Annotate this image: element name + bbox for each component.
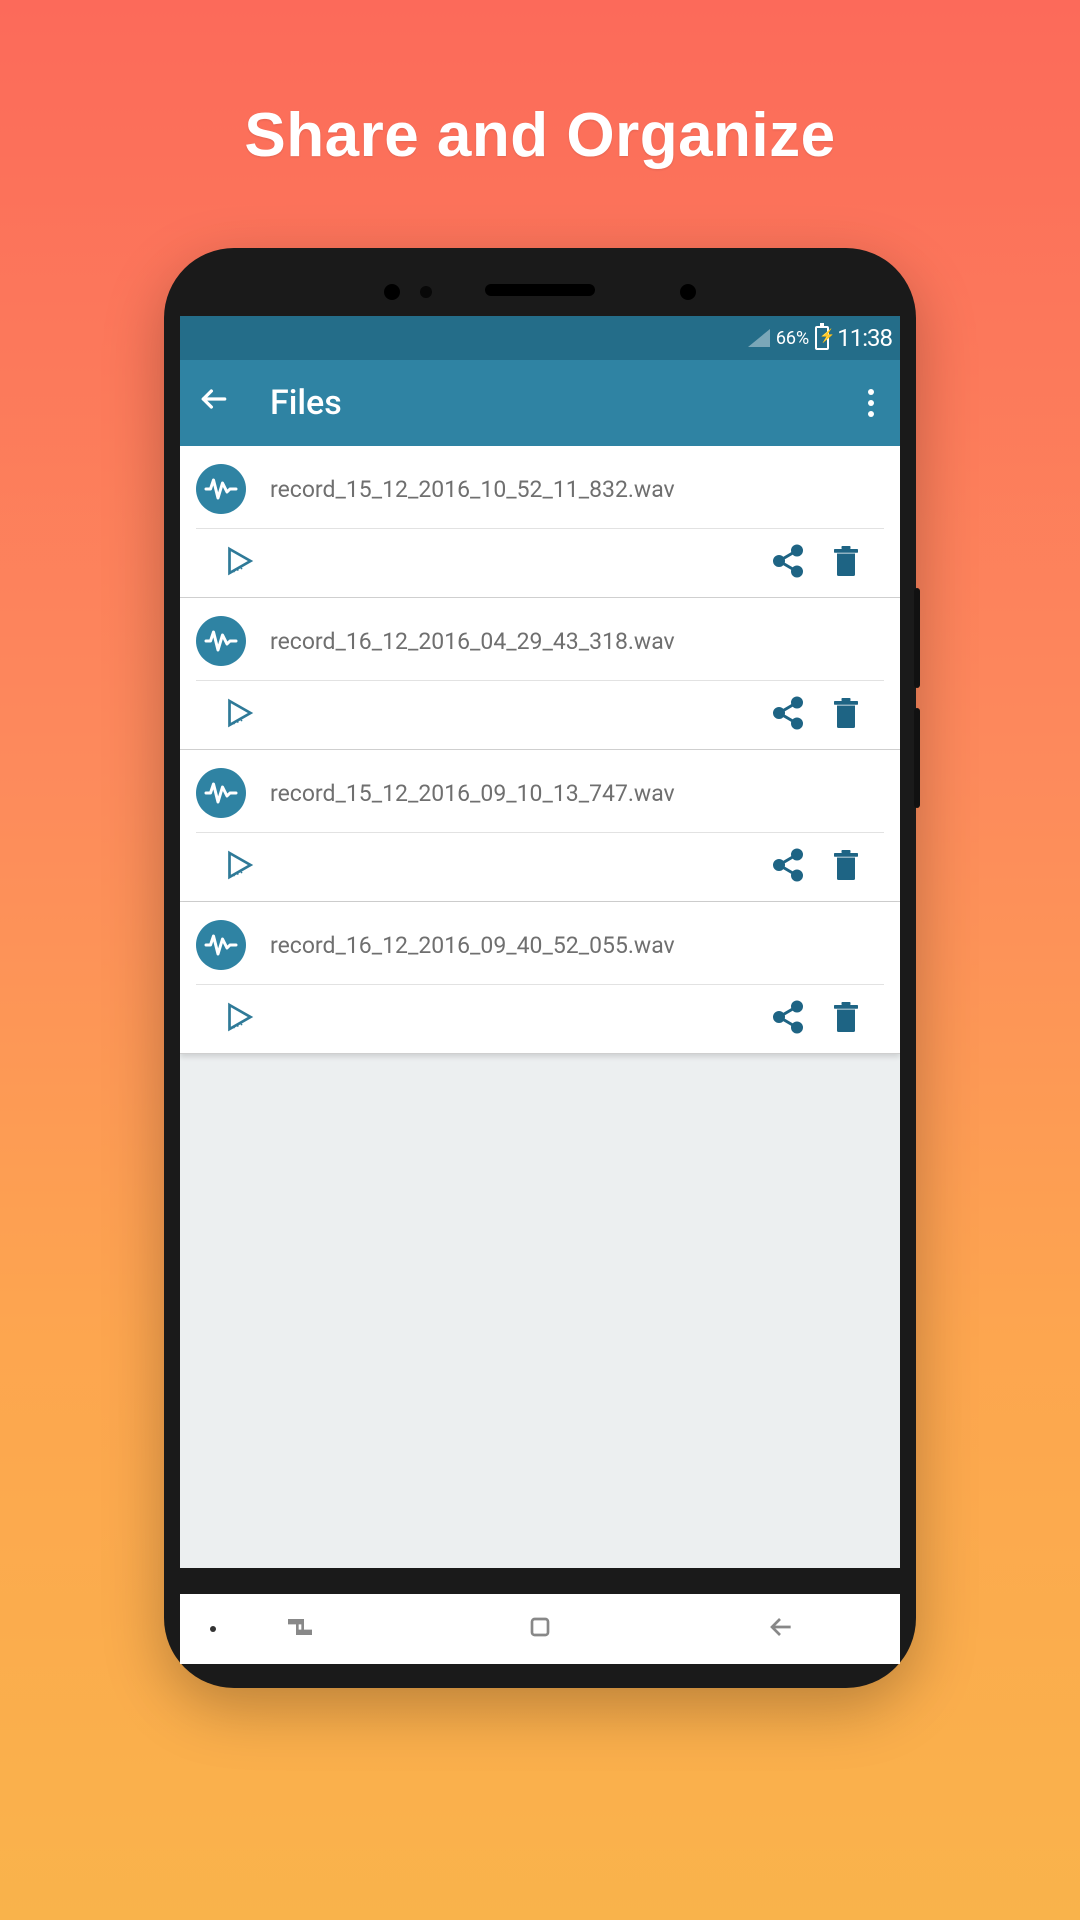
delete-button[interactable] [828,695,864,731]
promo-title: Share and Organize [0,100,1080,171]
phone-screen: 66% ⚡ 11:38 Files record_15_12_2016_10_5… [180,316,900,1568]
signal-icon [748,329,770,347]
file-item[interactable]: record_16_12_2016_04_29_43_318.wav [180,598,900,750]
file-item[interactable]: record_16_12_2016_09_40_52_055.wav [180,902,900,1054]
file-item[interactable]: record_15_12_2016_09_10_13_747.wav [180,750,900,902]
delete-button[interactable] [828,999,864,1035]
waveform-icon [196,920,246,970]
back-button[interactable] [198,382,230,424]
file-name: record_15_12_2016_09_10_13_747.wav [270,780,675,807]
waveform-icon [196,616,246,666]
nav-indicator-dot [210,1626,216,1632]
file-name: record_16_12_2016_09_40_52_055.wav [270,932,675,959]
waveform-icon [196,464,246,514]
battery-percentage: 66% [776,328,809,349]
volume-down-button [914,708,920,808]
share-button[interactable] [770,999,806,1035]
file-name: record_15_12_2016_10_52_11_832.wav [270,476,675,503]
file-name: record_16_12_2016_04_29_43_318.wav [270,628,675,655]
home-nav-button[interactable] [524,1611,556,1647]
play-button[interactable] [222,543,258,579]
android-nav-bar [180,1594,900,1664]
waveform-icon [196,768,246,818]
play-button[interactable] [222,999,258,1035]
file-list: record_15_12_2016_10_52_11_832.wav [180,446,900,1054]
overflow-menu-button[interactable] [860,389,882,417]
phone-speaker-area [164,270,916,310]
play-button[interactable] [222,847,258,883]
delete-button[interactable] [828,847,864,883]
delete-button[interactable] [828,543,864,579]
app-bar: Files [180,360,900,446]
volume-up-button [914,588,920,688]
battery-icon: ⚡ [815,326,829,350]
status-time: 11:38 [837,324,892,352]
share-button[interactable] [770,695,806,731]
share-button[interactable] [770,543,806,579]
play-button[interactable] [222,695,258,731]
recents-nav-button[interactable] [284,1611,316,1647]
share-button[interactable] [770,847,806,883]
back-nav-button[interactable] [764,1611,796,1647]
page-title: Files [270,383,860,423]
file-item[interactable]: record_15_12_2016_10_52_11_832.wav [180,446,900,598]
phone-frame: 66% ⚡ 11:38 Files record_15_12_2016_10_5… [164,248,916,1688]
status-bar: 66% ⚡ 11:38 [180,316,900,360]
